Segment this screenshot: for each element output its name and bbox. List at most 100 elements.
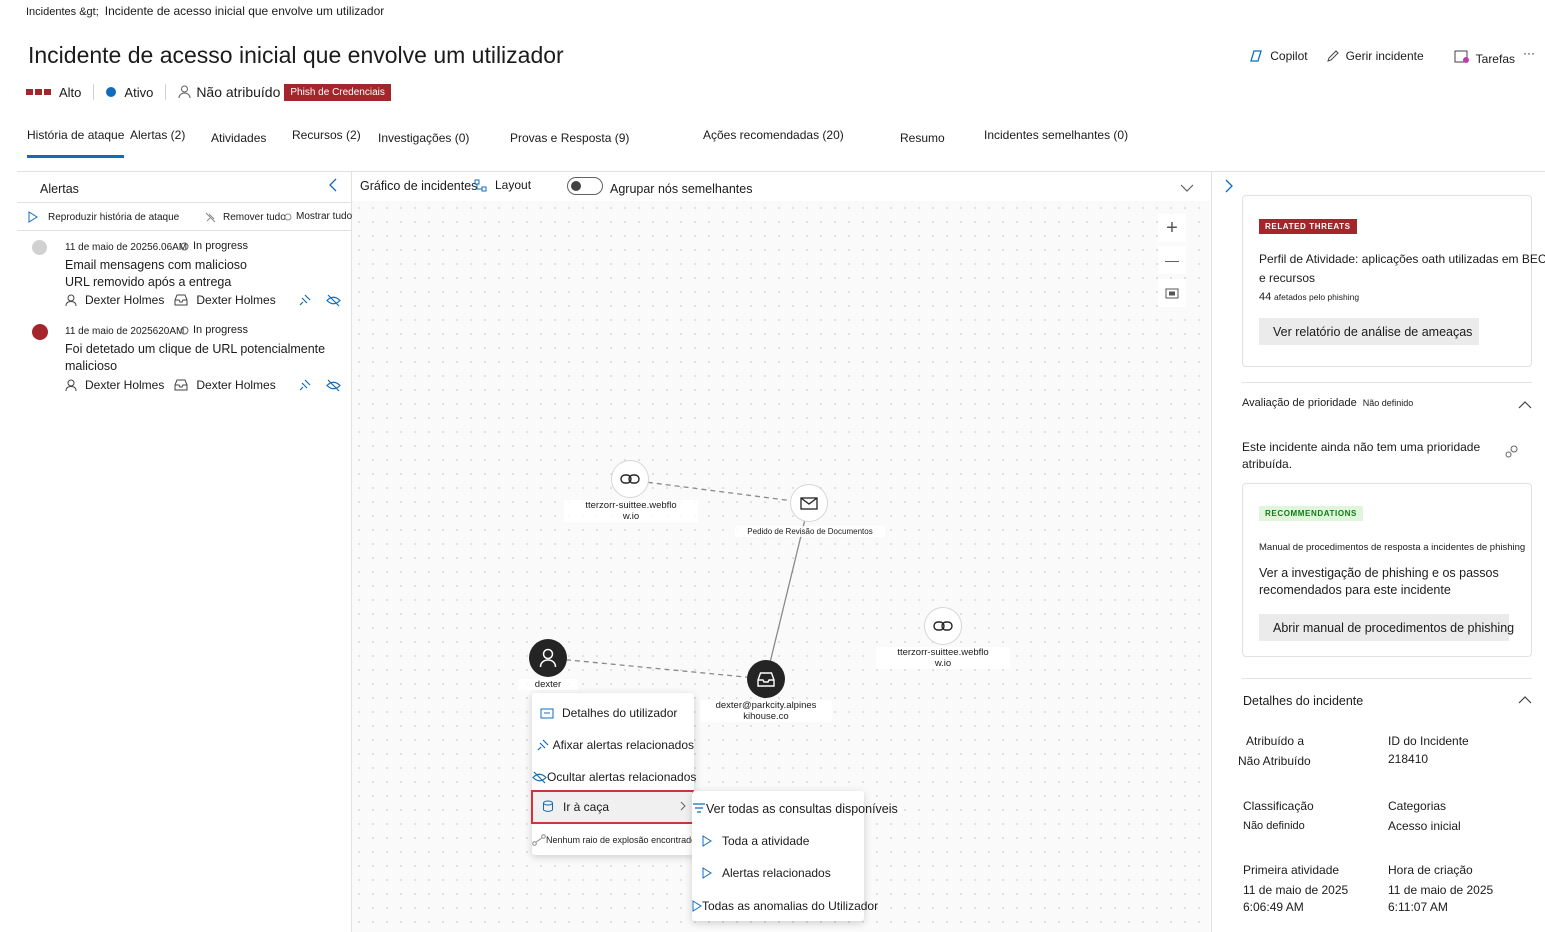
copilot-label: Copilot <box>1270 49 1308 63</box>
user-anomalies-menu-item[interactable]: Todas as anomalias do Utilizador <box>692 896 878 916</box>
incident-details-title: Detalhes do incidente <box>1243 694 1364 708</box>
user-icon <box>539 648 557 668</box>
expand-right-icon[interactable] <box>1225 179 1233 196</box>
all-activity-menu-item[interactable]: Toda a atividade <box>692 831 864 851</box>
user-details-menu-item[interactable]: Detalhes do utilizador <box>532 703 694 723</box>
incident-id-label: ID do Incidente <box>1388 734 1469 748</box>
mailbox-node[interactable] <box>747 660 785 698</box>
blast-radius-menu-item[interactable]: Nenhum raio de explosão encontrado <box>532 831 696 849</box>
show-all-button[interactable]: Mostrar tudo <box>283 211 352 222</box>
hide-icon[interactable] <box>326 294 341 310</box>
tasks-button[interactable]: Tarefas <box>1454 46 1515 66</box>
view-threat-report-button[interactable]: Ver relatório de análise de ameaças <box>1259 318 1479 345</box>
incident-graph[interactable]: + — tterzorr-suittee.webflo w.io Pedido d… <box>352 201 1210 932</box>
assigned-to-value[interactable]: Não Atribuído <box>1238 753 1311 770</box>
chevron-up-icon[interactable] <box>1518 397 1532 412</box>
copilot-button[interactable]: Copilot <box>1248 49 1308 63</box>
categories-value: Acesso inicial <box>1388 819 1461 833</box>
graph-title: Gráfico de incidentes <box>360 179 478 193</box>
more-icon: ··· <box>1523 46 1535 60</box>
first-activity-value: 11 de maio de 2025 6:06:49 AM <box>1243 883 1349 914</box>
alert-user[interactable]: Dexter Holmes <box>85 378 164 392</box>
alert-status-label: In progress <box>193 240 249 252</box>
pin-alerts-menu-item[interactable]: Afixar alertas relacionados <box>532 735 694 755</box>
tab-summary[interactable]: Resumo <box>900 131 945 145</box>
unpin-icon <box>205 212 216 223</box>
priority-settings-icon[interactable] <box>1504 444 1519 462</box>
node-context-menu: Detalhes do utilizador Afixar alertas re… <box>531 693 697 855</box>
assignee-label[interactable]: Não atribuído <box>196 84 280 100</box>
threat-title[interactable]: Perfil de Atividade: aplicações oath uti… <box>1259 250 1545 288</box>
fit-to-screen-button[interactable] <box>1158 279 1186 307</box>
alert-user[interactable]: Dexter Holmes <box>85 293 164 307</box>
related-alerts-menu-item[interactable]: Alertas relacionados <box>692 863 864 883</box>
go-hunt-menu-item[interactable]: Ir à caça <box>531 790 694 824</box>
group-similar-label: Agrupar nós semelhantes <box>610 182 753 196</box>
replay-attack-story-button[interactable]: Reproduzir história de ataque <box>28 211 179 223</box>
creation-time-value: 11 de maio de 2025 6:11:07 AM <box>1388 883 1494 914</box>
zoom-out-button[interactable]: — <box>1158 246 1186 274</box>
copilot-icon <box>1250 50 1263 62</box>
status-dot-icon <box>106 87 117 97</box>
alert-mailbox[interactable]: Dexter Holmes <box>196 378 275 392</box>
related-threats-card: RELATED THREATS Perfil de Atividade: apl… <box>1242 195 1545 367</box>
tag-badge[interactable]: Phish de Credenciais <box>284 83 391 101</box>
more-options-button[interactable]: ··· <box>1523 46 1535 60</box>
url-node-label: tterzorr-suittee.webflo w.io <box>564 500 698 522</box>
replay-label: Reproduzir história de ataque <box>48 211 180 223</box>
alert-title[interactable]: Email mensagens com malicioso URL removi… <box>65 257 325 291</box>
hide-icon[interactable] <box>326 379 341 395</box>
tab-evidence[interactable]: Provas e Resposta (9) <box>510 131 629 145</box>
tab-activities[interactable]: Atividades <box>211 131 266 145</box>
tab-recommended-actions[interactable]: Ações recomendadas (20) <box>703 128 844 142</box>
remove-all-button[interactable]: Remover tudo <box>204 211 286 224</box>
user-node[interactable] <box>529 639 567 677</box>
tab-attack-story[interactable]: História de ataque <box>27 128 125 158</box>
show-all-label: Mostrar tudo <box>296 211 353 222</box>
layout-button[interactable]: Layout <box>474 178 531 192</box>
tab-bar: História de ataque Alertas (2) Atividade… <box>0 122 1545 158</box>
email-node[interactable] <box>790 484 828 522</box>
alert-status: In progress <box>180 240 248 252</box>
mailbox-icon <box>174 379 188 391</box>
url-node[interactable] <box>611 460 649 498</box>
breadcrumb-incidents-link[interactable]: Incidentes &gt; <box>26 6 99 18</box>
hide-alerts-label: Ocultar alertas relacionados <box>547 770 697 784</box>
remove-all-label: Remover tudo <box>223 212 286 223</box>
tab-alerts[interactable]: Alertas (2) <box>130 128 185 142</box>
alert-item[interactable]: 11 de maio de 20256.06AM In progress Ema… <box>30 238 345 318</box>
blast-radius-icon <box>532 834 546 846</box>
alert-item[interactable]: 11 de maio de 2025620AM In progress Foi … <box>30 322 345 402</box>
classification-value[interactable]: Não definido <box>1243 818 1305 835</box>
open-playbook-button[interactable]: Abrir manual de procedimentos de phishin… <box>1259 614 1514 641</box>
collapse-left-icon[interactable] <box>328 178 338 195</box>
hide-alerts-menu-item[interactable]: Ocultar alertas relacionados <box>532 767 697 787</box>
play-icon <box>692 900 702 912</box>
tab-investigations[interactable]: Investigações (0) <box>378 131 469 145</box>
zoom-in-button[interactable]: + <box>1158 214 1186 242</box>
layout-icon <box>474 179 487 191</box>
tab-similar-incidents[interactable]: Incidentes semelhantes (0) <box>984 128 1128 142</box>
pin-icon[interactable] <box>298 294 311 310</box>
email-node-label: Pedido de Revisão de Documentos <box>735 526 885 537</box>
all-queries-menu-item[interactable]: Ver todas as consultas disponíveis <box>692 799 898 819</box>
chevron-down-icon[interactable] <box>1180 181 1194 196</box>
related-alerts-label: Alertas relacionados <box>722 866 831 880</box>
user-anomalies-label: Todas as anomalias do Utilizador <box>702 899 879 913</box>
url-node[interactable] <box>924 607 962 645</box>
pin-icon[interactable] <box>298 379 311 395</box>
tab-assets[interactable]: Recursos (2) <box>292 128 361 142</box>
alert-title[interactable]: Foi detetado um clique de URL potencialm… <box>65 341 335 375</box>
manage-incident-button[interactable]: Gerir incidente <box>1326 49 1424 63</box>
alert-mailbox[interactable]: Dexter Holmes <box>196 293 275 307</box>
chevron-right-icon <box>680 800 686 814</box>
top-actions: Copilot Gerir incidente Tarefas ··· <box>1230 46 1535 66</box>
fit-screen-icon <box>1165 288 1179 298</box>
priority-header[interactable]: Avaliação de prioridade Não definido <box>1242 397 1413 409</box>
hunt-icon <box>542 800 553 812</box>
incident-id-value: 218410 <box>1388 752 1429 766</box>
alert-date: 11 de maio de 20256.06AM <box>65 242 188 253</box>
group-similar-toggle[interactable] <box>567 177 603 195</box>
chevron-up-icon[interactable] <box>1518 692 1532 707</box>
pin-icon <box>537 739 549 750</box>
